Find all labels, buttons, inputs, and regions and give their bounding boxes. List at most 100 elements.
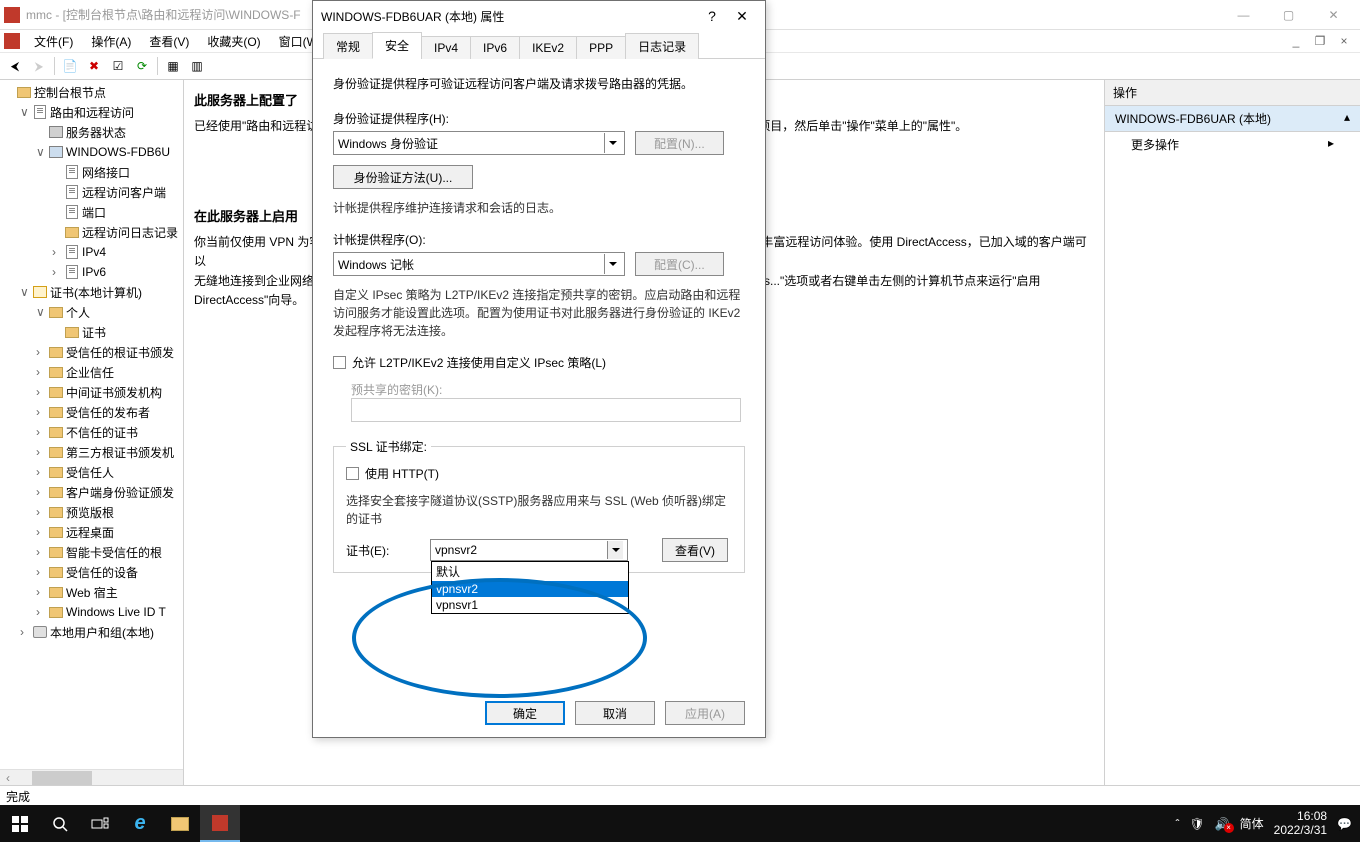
tree-trusted-pub[interactable]: ›受信任的发布者 — [0, 402, 183, 422]
tray-volume-icon[interactable]: 🔊× — [1215, 817, 1230, 831]
dialog-close-button[interactable]: ✕ — [727, 8, 757, 25]
tray-chevron-icon[interactable]: ˆ — [1175, 817, 1179, 831]
tree-ports[interactable]: 端口 — [0, 202, 183, 222]
tree-client-auth[interactable]: ›客户端身份验证颁发 — [0, 482, 183, 502]
taskbar-explorer[interactable] — [160, 805, 200, 842]
view-cert-button[interactable]: 查看(V) — [662, 538, 728, 562]
taskbar-ie[interactable]: e — [120, 805, 160, 842]
search-button[interactable] — [40, 805, 80, 842]
tree-personal[interactable]: ∨个人 — [0, 302, 183, 322]
tree-trusted-root[interactable]: ›受信任的根证书颁发 — [0, 342, 183, 362]
tree-enterprise[interactable]: ›企业信任 — [0, 362, 183, 382]
allow-ipsec-checkbox[interactable] — [333, 356, 346, 369]
tab-security[interactable]: 安全 — [372, 32, 422, 59]
tree-local-users[interactable]: ›本地用户和组(本地) — [0, 622, 183, 642]
ipsec-desc: 自定义 IPsec 策略为 L2TP/IKEv2 连接指定预共享的密钥。应启动路… — [333, 286, 745, 340]
tree-rras[interactable]: ∨路由和远程访问 — [0, 102, 183, 122]
refresh-button[interactable]: ⟳ — [131, 55, 153, 77]
tab-general[interactable]: 常规 — [323, 33, 373, 59]
dialog-tabs: 常规 安全 IPv4 IPv6 IKEv2 PPP 日志记录 — [313, 31, 765, 59]
chevron-down-icon — [607, 541, 623, 559]
cancel-button[interactable]: 取消 — [575, 701, 655, 725]
auth-method-button[interactable]: 身份验证方法(U)... — [333, 165, 473, 189]
tree-web-host[interactable]: ›Web 宿主 — [0, 582, 183, 602]
tree-netif[interactable]: 网络接口 — [0, 162, 183, 182]
tree-trusted-people[interactable]: ›受信任人 — [0, 462, 183, 482]
acct-provider-label: 计帐提供程序(O): — [333, 231, 745, 248]
tree-winlive[interactable]: ›Windows Live ID T — [0, 602, 183, 622]
menu-fav[interactable]: 收藏夹(O) — [199, 31, 268, 52]
tray-security-icon[interactable]: 🛡 — [1189, 817, 1204, 831]
dialog-titlebar: WINDOWS-FDB6UAR (本地) 属性 ? ✕ — [313, 1, 765, 31]
tree-certs[interactable]: ∨证书(本地计算机) — [0, 282, 183, 302]
actions-pane: 操作 WINDOWS-FDB6UAR (本地)▴ 更多操作▸ — [1105, 80, 1360, 785]
delete-button[interactable]: ✖ — [83, 55, 105, 77]
tree-smartcard[interactable]: ›智能卡受信任的根 — [0, 542, 183, 562]
tree-cert-leaf[interactable]: 证书 — [0, 322, 183, 342]
close-button[interactable]: ✕ — [1311, 0, 1356, 30]
help-button[interactable]: ? — [697, 8, 727, 24]
cert-option-vpnsvr2[interactable]: vpnsvr2 — [432, 581, 628, 597]
tray-ime[interactable]: 简体 — [1240, 815, 1264, 832]
ssl-fieldset: SSL 证书绑定: 使用 HTTP(T) 选择安全套接字隧道协议(SSTP)服务… — [333, 438, 745, 573]
maximize-button[interactable]: ▢ — [1266, 0, 1311, 30]
tray-clock[interactable]: 16:08 2022/3/31 — [1274, 810, 1327, 836]
tree-remote-desktop[interactable]: ›远程桌面 — [0, 522, 183, 542]
menu-action[interactable]: 操作(A) — [83, 31, 139, 52]
acct-provider-select[interactable]: Windows 记帐 — [333, 252, 625, 276]
app-icon — [4, 7, 20, 23]
tree-ra-clients[interactable]: 远程访问客户端 — [0, 182, 183, 202]
tree-preview[interactable]: ›预览版根 — [0, 502, 183, 522]
actions-header: 操作 — [1105, 80, 1360, 106]
mdi-restore[interactable]: ❐ — [1308, 32, 1332, 50]
back-button[interactable]: ⮜ — [4, 55, 26, 77]
tree-server[interactable]: ∨WINDOWS-FDB6U — [0, 142, 183, 162]
tree-untrusted[interactable]: ›不信任的证书 — [0, 422, 183, 442]
tab-ipv6[interactable]: IPv6 — [470, 36, 520, 59]
tree-trusted-dev[interactable]: ›受信任的设备 — [0, 562, 183, 582]
taskbar-mmc[interactable] — [200, 805, 240, 842]
cert-dropdown[interactable]: 默认 vpnsvr2 vpnsvr1 — [431, 561, 629, 614]
taskview-button[interactable] — [80, 805, 120, 842]
tree-server-status[interactable]: 服务器状态 — [0, 122, 183, 142]
tab-ipv4[interactable]: IPv4 — [421, 36, 471, 59]
configure-c-button: 配置(C)... — [635, 252, 724, 276]
tray-notifications-icon[interactable]: 💬 — [1337, 817, 1352, 831]
ok-button[interactable]: 确定 — [485, 701, 565, 725]
up-button[interactable]: 📄 — [59, 55, 81, 77]
tab-ikev2[interactable]: IKEv2 — [519, 36, 577, 59]
tree-root[interactable]: 控制台根节点 — [0, 82, 183, 102]
app-icon — [4, 33, 20, 49]
tab-logging[interactable]: 日志记录 — [625, 33, 699, 59]
actions-sub[interactable]: WINDOWS-FDB6UAR (本地)▴ — [1105, 106, 1360, 132]
tree-pane[interactable]: 控制台根节点 ∨路由和远程访问 服务器状态 ∨WINDOWS-FDB6U 网络接… — [0, 80, 184, 785]
actions-more[interactable]: 更多操作▸ — [1105, 132, 1360, 157]
tree-ipv4[interactable]: ›IPv4 — [0, 242, 183, 262]
help-button[interactable]: ▦ — [162, 55, 184, 77]
properties-dialog: WINDOWS-FDB6UAR (本地) 属性 ? ✕ 常规 安全 IPv4 I… — [312, 0, 766, 738]
tree-hscroll[interactable]: ‹ — [0, 769, 183, 785]
tree-ra-log[interactable]: 远程访问日志记录 — [0, 222, 183, 242]
menu-view[interactable]: 查看(V) — [141, 31, 197, 52]
menu-file[interactable]: 文件(F) — [26, 31, 81, 52]
tree-ipv6[interactable]: ›IPv6 — [0, 262, 183, 282]
cert-option-default[interactable]: 默认 — [432, 562, 628, 581]
tab-ppp[interactable]: PPP — [576, 36, 626, 59]
tree-intermediate[interactable]: ›中间证书颁发机构 — [0, 382, 183, 402]
view-button[interactable]: ▥ — [186, 55, 208, 77]
use-http-checkbox[interactable] — [346, 467, 359, 480]
collapse-icon[interactable]: ▴ — [1344, 110, 1350, 127]
auth-provider-label: 身份验证提供程序(H): — [333, 110, 745, 127]
mdi-close[interactable]: × — [1332, 32, 1356, 50]
mdi-minimize[interactable]: _ — [1284, 32, 1308, 50]
minimize-button[interactable]: — — [1221, 0, 1266, 30]
preshared-key-label: 预共享的密钥(K): — [351, 381, 745, 398]
auth-provider-select[interactable]: Windows 身份验证 — [333, 131, 625, 155]
cert-select[interactable]: vpnsvr2 默认 vpnsvr2 vpnsvr1 — [430, 539, 628, 561]
tree-third-party[interactable]: ›第三方根证书颁发机 — [0, 442, 183, 462]
start-button[interactable] — [0, 805, 40, 842]
dialog-buttons: 确定 取消 应用(A) — [485, 701, 745, 725]
properties-button[interactable]: ☑ — [107, 55, 129, 77]
forward-button[interactable]: ⮞ — [28, 55, 50, 77]
cert-option-vpnsvr1[interactable]: vpnsvr1 — [432, 597, 628, 613]
